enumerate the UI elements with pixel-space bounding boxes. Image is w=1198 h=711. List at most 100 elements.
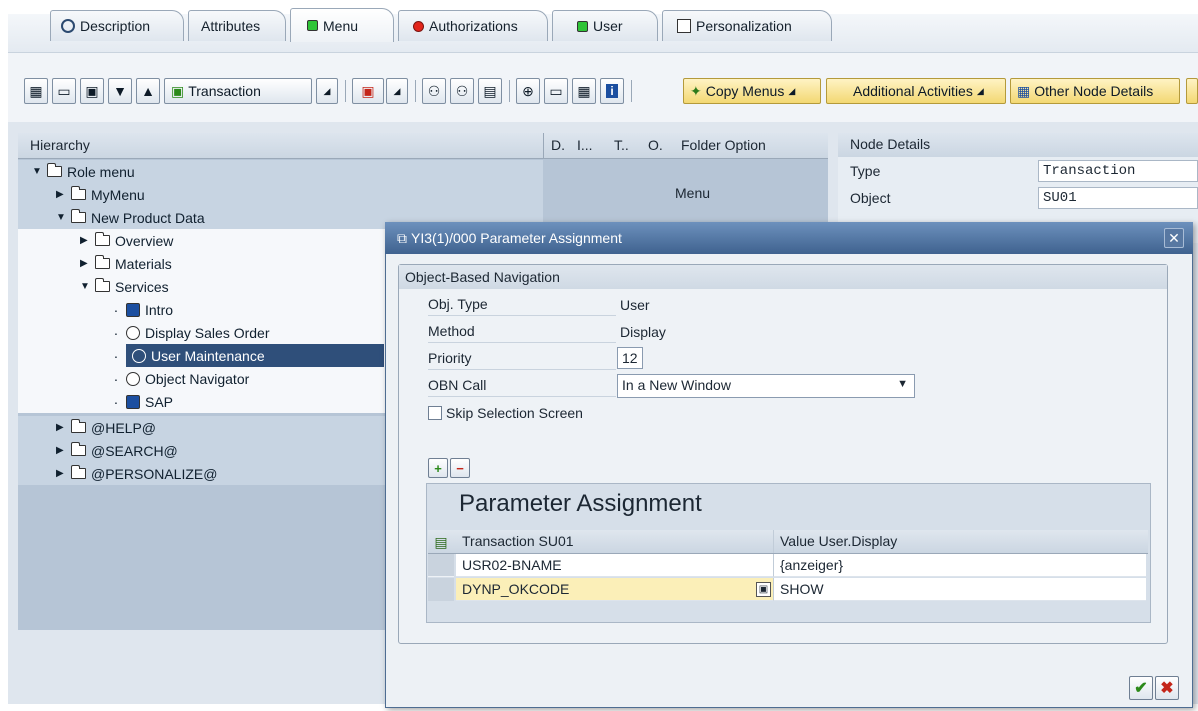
red-traffic-icon [413,20,424,32]
col-i[interactable]: I... [577,137,593,153]
priority-input[interactable]: 12 [617,347,643,369]
expand-button[interactable]: ▤ [478,78,502,104]
additional-activities-button[interactable]: Additional Activities ◢ [826,78,1006,104]
move-up-button[interactable]: ▲ [136,78,160,104]
other-node-details-button[interactable]: ▦ Other Node Details [1010,78,1180,104]
col-o[interactable]: O. [648,137,663,153]
method-label: Method [428,321,616,343]
folder-icon [71,442,86,456]
zoom-button[interactable]: ⊕ [516,78,540,104]
col-value[interactable]: Value User.Display [774,530,1146,553]
collapsed-icon: ▶ [80,235,88,246]
select-all-icon[interactable]: ▤ [430,532,452,552]
save-button[interactable]: ▣ [80,78,104,104]
display-change-button[interactable]: ▦ [24,78,48,104]
skip-selection-label: Skip Selection Screen [446,405,583,421]
table-row-param[interactable]: USR02-BNAME [456,554,774,577]
table-row-value[interactable]: SHOW [774,578,1146,601]
find-next-button[interactable]: ⚇ [450,78,474,104]
tab-label: User [593,18,623,34]
menu-folder-option: Menu [675,185,711,201]
tree-node-label: SAP [145,393,174,410]
obj-type-label: Obj. Type [428,294,616,316]
tab-authorizations[interactable]: Authorizations [398,10,548,41]
tab-label: Authorizations [429,18,518,34]
transaction-dropdown[interactable]: ◢ [316,78,338,104]
row-selector[interactable] [428,578,454,601]
table-row-param-active[interactable]: DYNP_OKCODE ▣ [456,578,774,601]
copy-menus-button[interactable]: ✦ Copy Menus ◢ [683,78,821,104]
node-details-title: Node Details [838,133,1198,157]
node-dropdown[interactable]: ◢ [386,78,408,104]
cancel-button[interactable]: ✖ [1155,676,1179,700]
more-button[interactable] [1186,78,1198,104]
save-icon: ▣ [85,82,99,99]
find-button[interactable]: ⚇ [422,78,446,104]
tab-label: Attributes [201,18,261,34]
dialog-titlebar[interactable]: ⧉ YI3(1)/000 Parameter Assignment [385,222,1193,254]
bullet-icon: · [113,324,119,341]
confirm-button[interactable]: ✔ [1129,676,1153,700]
row-selector[interactable] [428,554,454,577]
tab-personalization[interactable]: Personalization [662,10,832,41]
tree-node-role-menu[interactable]: ▼ Role menu [18,160,543,183]
value-help-icon[interactable]: ▣ [756,582,771,597]
tree-node-label: User Maintenance [151,347,265,364]
print-button[interactable]: ▭ [544,78,568,104]
object-label: Object [850,190,891,206]
tab-user[interactable]: User [552,10,658,41]
expanded-icon: ▼ [56,212,66,223]
col-folder-option[interactable]: Folder Option [681,137,766,153]
layout-button[interactable]: ▦ [572,78,596,104]
folder-open-icon [95,278,110,292]
node-button[interactable]: ▣ [352,78,384,104]
col-transaction[interactable]: Transaction SU01 [456,530,774,553]
tree-node-label: Materials [115,255,172,272]
col-d[interactable]: D. [551,137,565,153]
folder-open-icon [71,209,86,223]
delete-row-button[interactable]: − [450,458,470,478]
tree-node-label: @HELP@ [91,419,156,436]
window-icon: ⧉ [397,229,407,246]
close-button[interactable]: ✕ [1164,228,1184,248]
tab-label: Menu [323,17,359,34]
bullet-icon: · [113,393,119,410]
table-cell-text: DYNP_OKCODE [462,581,570,597]
info-button[interactable]: i [600,78,624,104]
web-icon [126,394,140,409]
additional-activities-label: Additional Activities [853,83,973,99]
skip-selection-checkbox[interactable]: Skip Selection Screen [428,405,583,421]
obn-group-title: Object-Based Navigation [399,265,1167,289]
transaction-button[interactable]: ▣ Transaction [164,78,312,104]
delete-row-icon: − [456,460,464,476]
binoculars-icon: ⚇ [427,82,441,99]
insert-row-button[interactable]: + [428,458,448,478]
tree-node-mymenu[interactable]: ▶ MyMenu [18,183,543,206]
type-field[interactable]: Transaction [1038,160,1198,182]
object-field[interactable]: SU01 [1038,187,1198,209]
cancel-icon: ✖ [1160,680,1174,697]
folder-button[interactable]: ▭ [52,78,76,104]
personalization-icon [677,19,691,33]
tree-node-label: Object Navigator [145,370,250,387]
method-value: Display [620,324,666,340]
tree-node-label: MyMenu [91,186,145,203]
col-hierarchy[interactable]: Hierarchy [30,137,90,153]
triangle-up-icon: ▲ [141,83,155,99]
col-t[interactable]: T.. [614,137,629,153]
bullet-icon: · [113,301,119,318]
separator [631,80,632,102]
table-row-value[interactable]: {anzeiger} [774,554,1146,577]
tree-node-label: @SEARCH@ [91,442,178,459]
obn-call-select[interactable]: In a New Window ▼ [617,374,915,398]
tab-menu[interactable]: Menu [290,8,394,42]
collapsed-icon: ▶ [56,468,64,479]
folder-open-icon [47,163,62,177]
transaction-label: Transaction [188,83,261,99]
node-icon: ▣ [361,82,375,99]
copy-menus-icon: ✦ [690,82,702,99]
move-down-button[interactable]: ▼ [108,78,132,104]
tab-attributes[interactable]: Attributes [188,10,286,41]
tab-description[interactable]: Description [50,10,184,41]
expand-icon: ▤ [483,82,497,99]
